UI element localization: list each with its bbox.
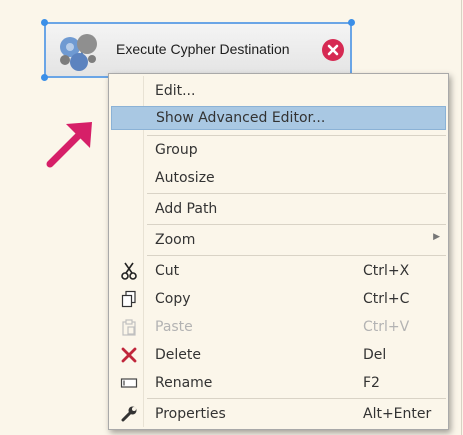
node-title: Execute Cypher Destination — [116, 41, 290, 57]
menu-item-cut[interactable]: Cut Ctrl+X — [111, 259, 446, 283]
scissors-icon — [121, 262, 137, 280]
context-menu: Edit... Show Advanced Editor... Group Au… — [108, 73, 449, 430]
menu-item-label: Add Path — [155, 201, 218, 217]
menu-item-properties[interactable]: Properties Alt+Enter — [111, 402, 446, 426]
menu-item-shortcut: Alt+Enter — [363, 406, 432, 422]
menu-separator — [147, 224, 446, 225]
menu-item-label: Cut — [155, 263, 180, 279]
menu-separator — [147, 193, 446, 194]
workflow-node[interactable]: Execute Cypher Destination — [41, 19, 355, 81]
menu-item-copy[interactable]: Copy Ctrl+C — [111, 287, 446, 311]
graph-db-icon — [60, 34, 97, 71]
menu-item-label: Group — [155, 142, 198, 158]
pointer-arrow-icon — [46, 122, 92, 168]
menu-item-label: Edit... — [155, 83, 196, 99]
menu-item-label: Autosize — [155, 170, 215, 186]
submenu-arrow-icon: ▶ — [433, 232, 440, 242]
menu-item-shortcut: Ctrl+C — [363, 291, 410, 307]
menu-item-label: Copy — [155, 291, 191, 307]
rename-icon — [120, 378, 138, 388]
paste-icon — [122, 319, 136, 336]
menu-item-zoom[interactable]: Zoom ▶ — [111, 228, 446, 252]
menu-item-edit[interactable]: Edit... — [111, 79, 446, 103]
menu-item-label: Zoom — [155, 232, 196, 248]
copy-icon — [121, 290, 136, 308]
menu-item-delete[interactable]: Delete Del — [111, 343, 446, 367]
resize-handle-top-right[interactable] — [348, 19, 355, 26]
menu-item-shortcut: Ctrl+X — [363, 263, 410, 279]
menu-item-rename[interactable]: Rename F2 — [111, 371, 446, 395]
resize-handle-bottom-left[interactable] — [41, 74, 48, 81]
menu-item-shortcut: Ctrl+V — [363, 319, 410, 335]
resize-handle-top-left[interactable] — [41, 19, 48, 26]
canvas-edge — [461, 0, 462, 435]
menu-item-label: Delete — [155, 347, 201, 363]
menu-separator — [147, 135, 446, 136]
wrench-icon — [121, 406, 137, 422]
menu-item-shortcut: F2 — [363, 375, 380, 391]
menu-item-label: Rename — [155, 375, 213, 391]
delete-icon — [121, 347, 137, 363]
menu-separator — [147, 255, 446, 256]
menu-item-show-advanced-editor[interactable]: Show Advanced Editor... — [111, 106, 446, 130]
menu-item-group[interactable]: Group — [111, 138, 446, 162]
menu-item-autosize[interactable]: Autosize — [111, 166, 446, 190]
close-icon[interactable] — [321, 38, 345, 62]
menu-item-shortcut: Del — [363, 347, 387, 363]
menu-item-label: Paste — [155, 319, 193, 335]
menu-separator — [147, 398, 446, 399]
menu-item-add-path[interactable]: Add Path — [111, 197, 446, 221]
menu-item-label: Show Advanced Editor... — [156, 110, 326, 126]
menu-item-label: Properties — [155, 406, 226, 422]
menu-item-paste[interactable]: Paste Ctrl+V — [111, 315, 446, 339]
